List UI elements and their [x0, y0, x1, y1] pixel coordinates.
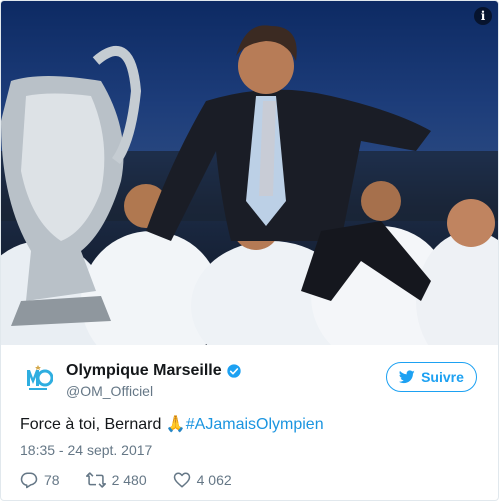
retweet-count: 2 480 [111, 472, 147, 488]
tweet-actions: 78 2 480 4 062 [20, 471, 479, 489]
pray-emoji: 🙏 [165, 416, 186, 433]
follow-label: Suivre [421, 369, 464, 385]
tweet-card: i Olympique Marseille @OM_Officiel Suivr… [0, 0, 499, 501]
reply-count: 78 [44, 472, 60, 488]
like-button[interactable]: 4 062 [173, 471, 232, 489]
like-count: 4 062 [196, 472, 232, 488]
tweet-header: Olympique Marseille @OM_Officiel Suivre [20, 345, 479, 409]
retweet-button[interactable]: 2 480 [85, 471, 147, 489]
heart-icon [173, 472, 190, 488]
avatar[interactable] [20, 361, 56, 397]
verified-badge-icon [226, 364, 241, 378]
twitter-bird-icon [399, 370, 415, 384]
reply-icon [20, 472, 38, 489]
account-handle[interactable]: @OM_Officiel [66, 383, 242, 399]
tweet-text: Force à toi, Bernard 🙏#AJamaisOlympien [20, 414, 479, 435]
account-name[interactable]: Olympique Marseille [66, 362, 222, 380]
tweet-photo[interactable]: i [1, 1, 498, 345]
follow-button[interactable]: Suivre [386, 362, 477, 392]
tweet-timestamp[interactable]: 18:35 - 24 sept. 2017 [20, 442, 479, 458]
hashtag-link[interactable]: #AJamaisOlympien [186, 416, 324, 433]
tweet-body: Force à toi, Bernard [20, 416, 166, 433]
info-icon[interactable]: i [474, 7, 492, 25]
retweet-icon [85, 472, 106, 488]
om-crest-icon [27, 365, 53, 390]
photo-illustration [1, 25, 498, 345]
reply-button[interactable]: 78 [20, 471, 60, 489]
